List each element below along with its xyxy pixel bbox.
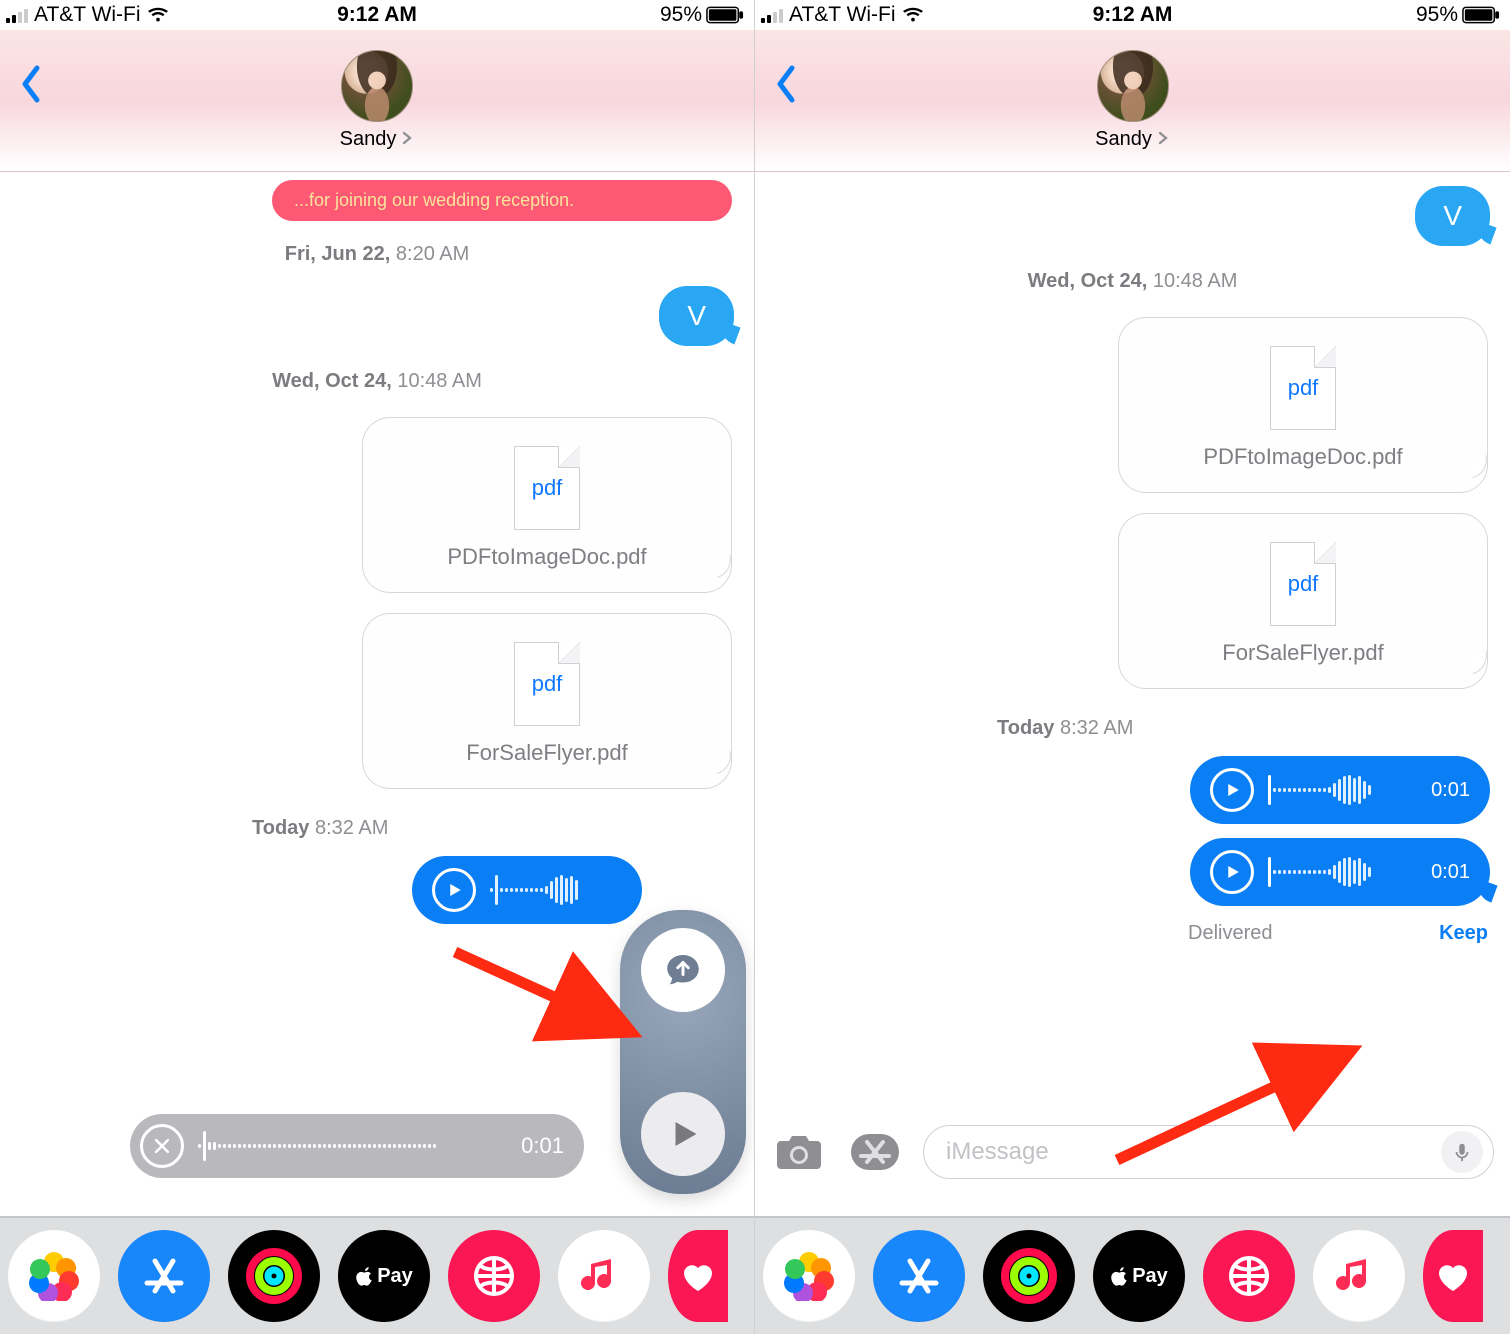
message-status-row: Delivered Keep bbox=[1188, 922, 1488, 945]
chevron-right-icon bbox=[400, 128, 414, 151]
camera-button[interactable] bbox=[771, 1129, 827, 1175]
attachment-filename: PDFtoImageDoc.pdf bbox=[383, 544, 711, 570]
dock-heart-app[interactable] bbox=[668, 1230, 728, 1322]
dock-appstore-app[interactable] bbox=[873, 1230, 965, 1322]
carrier-label: AT&T Wi-Fi bbox=[34, 3, 141, 27]
play-icon[interactable] bbox=[1210, 850, 1254, 894]
voice-message-1[interactable]: 0:01 bbox=[1190, 756, 1490, 824]
delivered-label: Delivered bbox=[1188, 922, 1272, 945]
mic-button[interactable] bbox=[1441, 1131, 1483, 1173]
document-icon: pdf bbox=[514, 446, 580, 530]
chevron-right-icon bbox=[1156, 128, 1170, 151]
dock-music-app[interactable] bbox=[558, 1230, 650, 1322]
voice-message-1[interactable] bbox=[412, 856, 642, 924]
app-dock: Pay bbox=[0, 1216, 754, 1334]
contact-name: Sandy bbox=[340, 128, 397, 151]
document-icon: pdf bbox=[1270, 346, 1336, 430]
document-icon: pdf bbox=[514, 642, 580, 726]
wifi-icon bbox=[147, 4, 169, 26]
waveform-icon bbox=[490, 873, 622, 907]
battery-icon bbox=[1462, 6, 1500, 24]
clock: 9:12 AM bbox=[337, 3, 417, 27]
play-audio-button[interactable] bbox=[641, 1092, 725, 1176]
message-placeholder: iMessage bbox=[946, 1138, 1049, 1166]
dock-applepay-app[interactable]: Pay bbox=[1093, 1230, 1185, 1322]
conversation-header: Sandy bbox=[0, 30, 754, 172]
attachment-filename: ForSaleFlyer.pdf bbox=[383, 740, 711, 766]
carrier-label: AT&T Wi-Fi bbox=[789, 3, 896, 27]
dock-music-app[interactable] bbox=[1313, 1230, 1405, 1322]
audio-send-overlay bbox=[620, 910, 746, 1194]
message-bubble-v[interactable]: V bbox=[659, 286, 734, 346]
audio-duration: 0:01 bbox=[1431, 779, 1470, 802]
audio-duration: 0:01 bbox=[521, 1133, 564, 1159]
attachment-pdf-2[interactable]: pdf ForSaleFlyer.pdf bbox=[362, 613, 732, 789]
cancel-audio-button[interactable] bbox=[140, 1124, 184, 1168]
dock-applepay-app[interactable]: Pay bbox=[338, 1230, 430, 1322]
keep-button[interactable]: Keep bbox=[1439, 922, 1488, 945]
contact-name-button[interactable]: Sandy bbox=[1095, 128, 1170, 151]
app-drawer-button[interactable] bbox=[847, 1129, 903, 1175]
dock-photos-app[interactable] bbox=[763, 1230, 855, 1322]
play-icon[interactable] bbox=[1210, 768, 1254, 812]
document-icon: pdf bbox=[1270, 542, 1336, 626]
message-invite-banner[interactable]: ...for joining our wedding reception. bbox=[272, 180, 732, 221]
waveform-icon bbox=[198, 1130, 507, 1162]
wifi-icon bbox=[902, 4, 924, 26]
back-button[interactable] bbox=[773, 64, 799, 109]
status-bar: AT&T Wi-Fi 9:12 AM 95% bbox=[0, 0, 754, 30]
message-bubble-v[interactable]: V bbox=[1415, 186, 1490, 246]
dock-heart-app[interactable] bbox=[1423, 1230, 1483, 1322]
clock: 9:12 AM bbox=[1093, 3, 1173, 27]
attachment-filename: PDFtoImageDoc.pdf bbox=[1139, 444, 1467, 470]
timestamp-oct24: Wed, Oct 24, 10:48 AM bbox=[12, 370, 742, 393]
battery-percent: 95% bbox=[660, 3, 702, 27]
audio-preview-bar: 0:01 bbox=[130, 1114, 584, 1178]
message-input[interactable]: iMessage bbox=[923, 1125, 1494, 1179]
attachment-pdf-1[interactable]: pdf PDFtoImageDoc.pdf bbox=[362, 417, 732, 593]
conversation-header: Sandy bbox=[755, 30, 1510, 172]
timestamp-jun22: Fri, Jun 22, 8:20 AM bbox=[12, 243, 742, 266]
signal-icon bbox=[6, 7, 28, 23]
dock-globe-app[interactable] bbox=[448, 1230, 540, 1322]
dock-photos-app[interactable] bbox=[8, 1230, 100, 1322]
dock-globe-app[interactable] bbox=[1203, 1230, 1295, 1322]
dock-activity-app[interactable] bbox=[983, 1230, 1075, 1322]
waveform-icon bbox=[1268, 855, 1417, 889]
avatar[interactable] bbox=[341, 50, 413, 122]
audio-duration: 0:01 bbox=[1431, 861, 1470, 884]
app-dock: Pay bbox=[755, 1216, 1510, 1334]
back-button[interactable] bbox=[18, 64, 44, 109]
battery-icon bbox=[706, 6, 744, 24]
battery-percent: 95% bbox=[1416, 3, 1458, 27]
send-audio-button[interactable] bbox=[641, 928, 725, 1012]
contact-name: Sandy bbox=[1095, 128, 1152, 151]
voice-message-2[interactable]: 0:01 bbox=[1190, 838, 1490, 906]
attachment-pdf-2[interactable]: pdf ForSaleFlyer.pdf bbox=[1118, 513, 1488, 689]
timestamp-today: Today 8:32 AM bbox=[252, 817, 388, 840]
left-pane: AT&T Wi-Fi 9:12 AM 95% Sandy bbox=[0, 0, 755, 1334]
attachment-filename: ForSaleFlyer.pdf bbox=[1139, 640, 1467, 666]
play-icon[interactable] bbox=[432, 868, 476, 912]
avatar[interactable] bbox=[1097, 50, 1169, 122]
message-thread[interactable]: V Wed, Oct 24, 10:48 AM pdf PDFtoImageDo… bbox=[755, 172, 1510, 1334]
dock-appstore-app[interactable] bbox=[118, 1230, 210, 1322]
signal-icon bbox=[761, 7, 783, 23]
attachment-pdf-1[interactable]: pdf PDFtoImageDoc.pdf bbox=[1118, 317, 1488, 493]
message-thread[interactable]: ...for joining our wedding reception. Fr… bbox=[0, 172, 754, 1334]
dock-activity-app[interactable] bbox=[228, 1230, 320, 1322]
contact-name-button[interactable]: Sandy bbox=[340, 128, 415, 151]
status-bar: AT&T Wi-Fi 9:12 AM 95% bbox=[755, 0, 1510, 30]
timestamp-oct24: Wed, Oct 24, 10:48 AM bbox=[767, 270, 1498, 293]
right-pane: AT&T Wi-Fi 9:12 AM 95% Sandy bbox=[755, 0, 1510, 1334]
compose-bar: iMessage bbox=[771, 1122, 1494, 1182]
timestamp-today: Today 8:32 AM bbox=[997, 717, 1133, 740]
waveform-icon bbox=[1268, 773, 1417, 807]
